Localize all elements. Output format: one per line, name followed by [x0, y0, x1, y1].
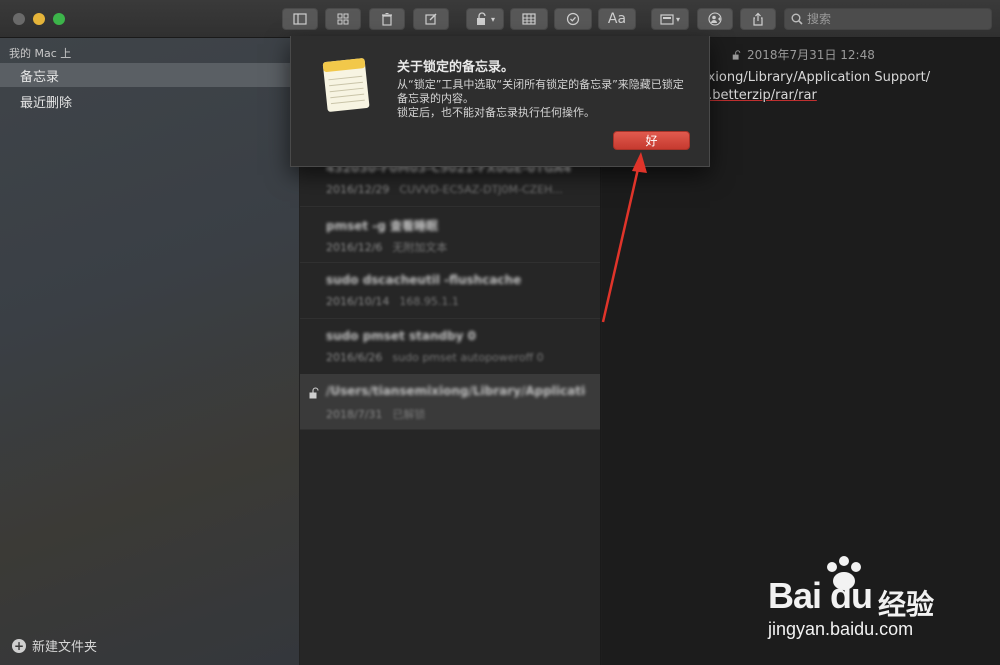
watermark-url: jingyan.baidu.com: [768, 619, 914, 639]
watermark-logo: Bai du: [768, 575, 873, 616]
sidebar-item-label: 备忘录: [20, 69, 60, 85]
chevron-down-icon: ▾: [490, 14, 495, 24]
add-media-button[interactable]: ▾: [651, 8, 689, 30]
note-title: /Users/tiansemixiong/Library/Applicatio.…: [326, 384, 586, 398]
note-date: 2016/12/6: [326, 241, 383, 254]
list-item[interactable]: sudo pmset standby 0 2016/6/26 sudo pmset…: [300, 319, 600, 375]
attachments-browser-button[interactable]: [325, 8, 361, 30]
search-field[interactable]: [784, 8, 992, 30]
table-icon: [522, 13, 536, 25]
checklist-button[interactable]: [554, 8, 592, 30]
note-preview: CUVVD-EC5AZ-DTJ0M-CZEH...: [399, 183, 563, 196]
new-folder-button[interactable]: + 新建文件夹: [12, 636, 97, 655]
note-preview: 168.95.1.1: [399, 295, 459, 308]
note-title: sudo pmset standby 0: [326, 329, 477, 343]
share-button[interactable]: [740, 8, 776, 30]
lock-info-dialog: 关于锁定的备忘录。 从“锁定”工具中选取“关闭所有锁定的备忘录”来隐藏已锁定 备…: [290, 36, 710, 167]
dialog-message-line: 锁定后，也不能对备忘录执行任何操作。: [397, 106, 595, 119]
dialog-message: 从“锁定”工具中选取“关闭所有锁定的备忘录”来隐藏已锁定 备忘录的内容。 锁定后…: [397, 78, 697, 120]
sidebar-item-label: 最近删除: [20, 95, 73, 111]
maximize-window-button[interactable]: [53, 13, 65, 25]
lock-icon: [476, 12, 486, 25]
delete-note-button[interactable]: [369, 8, 405, 30]
plus-circle-icon: +: [12, 638, 26, 653]
note-preview: sudo pmset autopoweroff 0: [392, 351, 544, 364]
new-folder-label: 新建文件夹: [32, 640, 98, 655]
add-person-icon: [708, 12, 722, 26]
note-date: 2016/12/29: [326, 183, 390, 196]
note-timestamp: 2018年7月31日 12:48: [732, 46, 875, 63]
note-meta: 2016/10/14 168.95.1.1: [326, 295, 459, 308]
note-date: 2016/6/26: [326, 351, 383, 364]
photo-icon: [660, 14, 674, 25]
search-input[interactable]: [807, 12, 987, 26]
baidu-watermark: Bai du 经验 jingyan.baidu.com: [760, 555, 960, 645]
note-body-line: ixiong/Library/Application Support/: [704, 70, 931, 85]
lock-note-button[interactable]: ▾: [466, 8, 504, 30]
toolbar: ▾ Aa ▾: [0, 0, 1000, 38]
add-people-button[interactable]: [697, 8, 733, 30]
dialog-message-line: 从“锁定”工具中选取“关闭所有锁定的备忘录”来隐藏已锁定: [397, 78, 684, 91]
minimize-window-button[interactable]: [33, 13, 45, 25]
ok-button[interactable]: 好: [613, 131, 690, 150]
note-meta: 2016/6/26 sudo pmset autopoweroff 0: [326, 351, 544, 364]
checkmark-circle-icon: [566, 12, 580, 26]
chevron-down-icon: ▾: [675, 14, 680, 24]
text-format-button[interactable]: Aa: [598, 8, 636, 30]
unlocked-icon: [309, 387, 319, 399]
list-item[interactable]: pmset -g 查看睡眠 2016/12/6 无附加文本: [300, 207, 600, 263]
new-note-button[interactable]: [413, 8, 449, 30]
toggle-sidebar-button[interactable]: [282, 8, 318, 30]
note-meta: 2018/7/31 已解锁: [326, 406, 425, 422]
note-body-line: r.betterzip/rar/rar: [704, 88, 817, 103]
close-window-button[interactable]: [13, 13, 25, 25]
sidebar-item-recently-deleted[interactable]: 最近删除: [0, 89, 290, 113]
compose-icon: [425, 13, 437, 25]
sidebar-item-notes[interactable]: 备忘录: [0, 63, 290, 87]
insert-table-button[interactable]: [510, 8, 548, 30]
note-preview: 已解锁: [392, 408, 426, 421]
note-meta: 2016/12/6 无附加文本: [326, 239, 447, 255]
dialog-message-line: 备忘录的内容。: [397, 92, 474, 105]
trash-icon: [382, 13, 392, 26]
note-date: 2018/7/31: [326, 408, 383, 421]
note-title: pmset -g 查看睡眠: [326, 219, 439, 233]
dialog-title: 关于锁定的备忘录。: [397, 60, 515, 75]
sidebar: 我的 Mac 上 备忘录 最近删除 + 新建文件夹: [0, 38, 300, 665]
text-format-icon: Aa: [607, 11, 627, 27]
list-item[interactable]: /Users/tiansemixiong/Library/Applicatio.…: [300, 374, 600, 430]
note-date: 2016/10/14: [326, 295, 390, 308]
grid-icon: [337, 13, 349, 25]
list-item[interactable]: sudo dscacheutil -flushcache 2016/10/14 1…: [300, 263, 600, 319]
note-preview: 无附加文本: [392, 241, 448, 254]
search-icon: [791, 13, 803, 25]
note-title: sudo dscacheutil -flushcache: [326, 273, 522, 287]
sidebar-section-header: 我的 Mac 上: [9, 47, 72, 60]
note-date: 2018年7月31日 12:48: [747, 48, 875, 62]
note-meta: 2016/12/29 CUVVD-EC5AZ-DTJ0M-CZEH...: [326, 183, 563, 196]
unlocked-icon: [732, 49, 741, 60]
watermark-brand: 经验: [878, 588, 935, 621]
share-icon: [753, 12, 763, 26]
notes-app-icon: [322, 58, 370, 112]
sidebar-icon: [293, 13, 307, 25]
